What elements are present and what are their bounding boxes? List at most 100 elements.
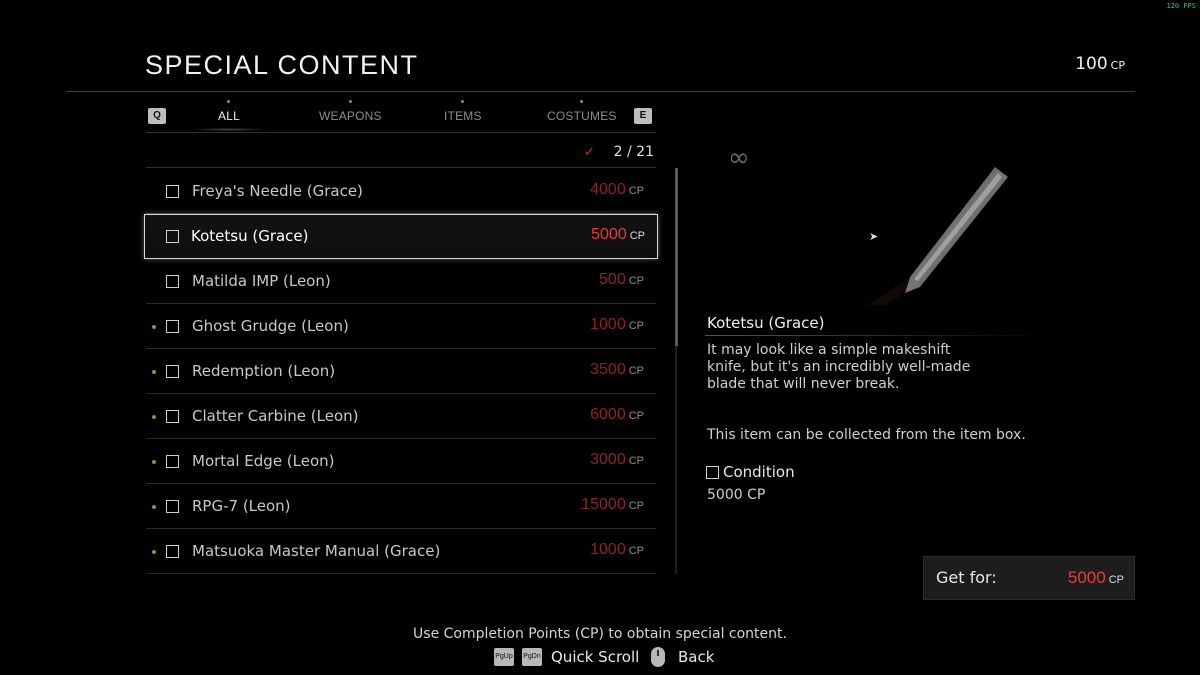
get-for-button[interactable]: Get for: 5000 CP xyxy=(923,556,1135,600)
price-value: 4000 xyxy=(590,181,626,198)
list-item[interactable]: Clatter Carbine (Leon) 6000 CP xyxy=(146,394,656,439)
new-indicator-dot xyxy=(348,100,352,103)
fps-counter: 120 FPS xyxy=(1166,2,1196,10)
page-title: SPECIAL CONTENT xyxy=(145,50,419,80)
price-unit: CP xyxy=(628,275,644,287)
pgdn-key-icon[interactable]: PgDn xyxy=(522,648,542,666)
price-value: 3000 xyxy=(590,451,626,468)
detail-description: It may look like a simple makeshift knif… xyxy=(707,342,971,392)
item-name: Ghost Grudge (Leon) xyxy=(192,317,349,335)
list-item[interactable]: Matsuoka Master Manual (Grace) 1000 CP xyxy=(146,529,656,574)
item-name: Matilda IMP (Leon) xyxy=(192,272,331,290)
price-unit: CP xyxy=(628,320,644,332)
collection-counter: ✓ 2 / 21 xyxy=(146,140,656,168)
unowned-checkbox xyxy=(166,230,179,243)
e-key-icon[interactable]: E xyxy=(634,108,652,124)
mouse-cursor-icon: ➤ xyxy=(869,230,879,243)
unowned-checkbox xyxy=(166,500,179,513)
item-name: Clatter Carbine (Leon) xyxy=(192,407,359,425)
checkmark-icon: ✓ xyxy=(584,145,595,160)
price-unit: CP xyxy=(628,545,644,557)
infinity-icon: ∞ xyxy=(728,143,750,173)
new-indicator-dot xyxy=(152,370,156,374)
mouse-right-click-icon[interactable] xyxy=(651,647,665,667)
cp-balance-value: 100 xyxy=(1075,54,1108,74)
price-value: 15000 xyxy=(581,496,626,513)
price-unit: CP xyxy=(628,500,644,512)
price-unit: CP xyxy=(628,410,644,422)
item-price: 3500 CP xyxy=(590,361,644,379)
list-item[interactable]: Freya's Needle (Grace) 4000 CP xyxy=(146,169,656,214)
price-value: 5000 xyxy=(1067,568,1106,587)
price-value: 6000 xyxy=(590,406,626,423)
price-unit: CP xyxy=(628,455,644,467)
unowned-checkbox xyxy=(166,410,179,423)
price-unit: CP xyxy=(628,185,644,197)
scrollbar-thumb[interactable] xyxy=(675,168,678,346)
item-name: Matsuoka Master Manual (Grace) xyxy=(192,542,441,560)
pgup-key-icon[interactable]: PgUp xyxy=(494,648,514,666)
get-for-label: Get for: xyxy=(936,568,997,587)
tab-all-label: ALL xyxy=(218,109,240,123)
active-tab-glow xyxy=(188,128,270,131)
price-unit: CP xyxy=(628,365,644,377)
list-item[interactable]: Mortal Edge (Leon) 3000 CP xyxy=(146,439,656,484)
new-indicator-dot xyxy=(152,550,156,554)
item-price: 15000 CP xyxy=(581,496,644,514)
cp-balance-unit: CP xyxy=(1110,59,1125,72)
detail-divider xyxy=(705,335,1055,336)
tab-costumes[interactable]: COSTUMES xyxy=(547,100,617,123)
unowned-checkbox xyxy=(166,365,179,378)
tab-all[interactable]: ALL xyxy=(188,100,270,131)
tab-items-label: ITEMS xyxy=(444,109,482,123)
new-indicator-dot xyxy=(461,100,465,103)
price-value: 500 xyxy=(599,271,626,288)
item-name: Freya's Needle (Grace) xyxy=(192,182,363,200)
unowned-checkbox xyxy=(166,185,179,198)
item-price: 4000 CP xyxy=(590,181,644,199)
footer-hint: Use Completion Points (CP) to obtain spe… xyxy=(413,626,787,642)
item-price: 1000 CP xyxy=(590,316,644,334)
item-name: Mortal Edge (Leon) xyxy=(192,452,335,470)
tab-items[interactable]: ITEMS xyxy=(444,100,482,123)
back-label[interactable]: Back xyxy=(678,648,714,666)
quick-scroll-label: Quick Scroll xyxy=(551,648,640,666)
condition-value: 5000 CP xyxy=(707,487,766,503)
detail-title: Kotetsu (Grace) xyxy=(707,314,825,332)
list-item-selected[interactable]: Kotetsu (Grace) 5000 CP xyxy=(144,214,658,259)
tab-weapons[interactable]: WEAPONS xyxy=(319,100,382,123)
item-price: 500 CP xyxy=(599,271,644,289)
item-price: 5000 CP xyxy=(591,226,645,244)
cp-balance: 100 CP xyxy=(1075,54,1125,74)
price-unit: CP xyxy=(1108,574,1124,586)
item-price: 1000 CP xyxy=(590,541,644,559)
tab-costumes-label: COSTUMES xyxy=(547,109,617,123)
list-item[interactable]: Matilda IMP (Leon) 500 CP xyxy=(146,259,656,304)
collected-count: 2 / 21 xyxy=(613,144,654,160)
list-item[interactable]: RPG-7 (Leon) 15000 CP xyxy=(146,484,656,529)
new-indicator-dot xyxy=(580,100,584,103)
new-indicator-dot xyxy=(152,325,156,329)
item-name: Kotetsu (Grace) xyxy=(191,227,309,245)
condition-label: Condition xyxy=(723,463,795,481)
new-indicator-dot xyxy=(152,415,156,419)
unowned-checkbox xyxy=(166,545,179,558)
price-value: 3500 xyxy=(590,361,626,378)
get-for-price: 5000 CP xyxy=(1068,568,1124,588)
content-list: Freya's Needle (Grace) 4000 CP Kotetsu (G… xyxy=(144,169,658,574)
knife-image xyxy=(867,167,1008,305)
q-key-icon[interactable]: Q xyxy=(148,108,166,124)
list-item[interactable]: Redemption (Leon) 3500 CP xyxy=(146,349,656,394)
detail-note: This item can be collected from the item… xyxy=(707,427,1026,443)
condition-checkbox xyxy=(706,466,719,479)
item-price: 3000 CP xyxy=(590,451,644,469)
unowned-checkbox xyxy=(166,275,179,288)
new-indicator-dot xyxy=(227,100,231,103)
list-item[interactable]: Ghost Grudge (Leon) 1000 CP xyxy=(146,304,656,349)
price-value: 1000 xyxy=(590,541,626,558)
item-name: RPG-7 (Leon) xyxy=(192,497,291,515)
new-indicator-dot xyxy=(152,505,156,509)
tab-weapons-label: WEAPONS xyxy=(319,109,382,123)
price-value: 1000 xyxy=(590,316,626,333)
header-divider xyxy=(66,91,1135,92)
